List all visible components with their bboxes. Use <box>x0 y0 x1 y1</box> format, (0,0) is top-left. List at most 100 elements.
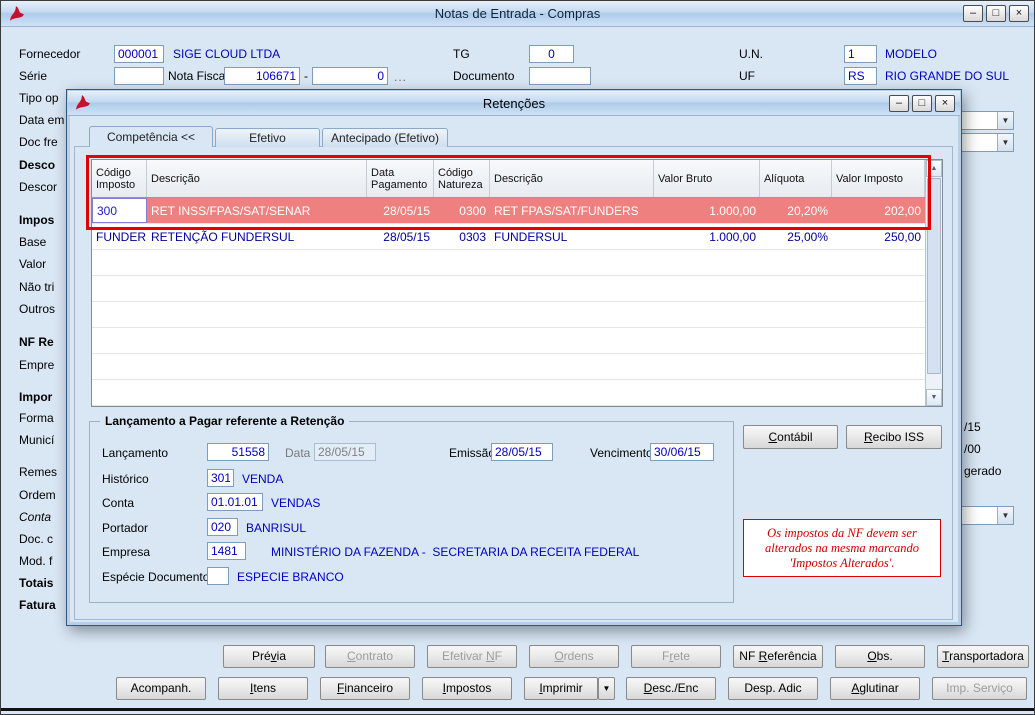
previa-button[interactable]: Prévia <box>223 645 315 668</box>
tg-field[interactable] <box>529 45 574 63</box>
close-button[interactable]: × <box>1009 5 1029 22</box>
financeiro-button[interactable]: Financeiro <box>320 677 410 700</box>
form-section-label: Impos <box>19 213 55 227</box>
lancamento-field[interactable] <box>207 443 269 461</box>
obs-button[interactable]: Obs. <box>835 645 925 668</box>
desc-enc-button[interactable]: Desc./Enc <box>626 677 716 700</box>
chevron-down-icon: ▼ <box>602 684 611 693</box>
grid-row-empty <box>92 250 925 276</box>
grid-row-empty <box>92 328 925 354</box>
form-section-label: Impor <box>19 390 53 404</box>
scroll-down-button[interactable]: ▼ <box>926 389 942 406</box>
especie-documento-field[interactable] <box>207 567 229 585</box>
minimize-button[interactable]: – <box>963 5 983 22</box>
fornecedor-code-field[interactable] <box>114 45 164 63</box>
vencimento-label: Vencimento <box>590 446 653 460</box>
main-window: Notas de Entrada - Compras – □ × Fornece… <box>0 0 1035 715</box>
un-code-field[interactable] <box>844 45 877 63</box>
column-header[interactable]: Valor Bruto <box>654 160 760 197</box>
nf-referencia-button[interactable]: NF Referência <box>733 645 823 668</box>
documento-field[interactable] <box>529 67 591 85</box>
vencimento-field[interactable] <box>650 443 714 461</box>
minimize-icon: – <box>969 7 977 19</box>
empresa-label: Empresa <box>102 545 151 559</box>
uf-name: RIO GRANDE DO SUL <box>885 69 1010 83</box>
grid-cell: RET INSS/FPAS/SAT/SENAR <box>151 203 311 218</box>
contabil-button[interactable]: Contábil <box>743 425 838 449</box>
chevron-down-icon[interactable]: ▼ <box>997 134 1013 151</box>
emissao-field[interactable] <box>491 443 553 461</box>
dialog-titlebar[interactable]: Retenções – □ × <box>68 91 960 116</box>
tab-competencia[interactable]: Competência << <box>89 126 213 147</box>
column-header[interactable]: Alíquota <box>760 160 832 197</box>
combo-field[interactable]: ▼ <box>957 111 1014 130</box>
form-section-label: NF Re <box>19 335 54 349</box>
imprimir-button[interactable]: Imprimir <box>524 677 598 700</box>
data-field <box>314 443 376 461</box>
empresa-code-field[interactable] <box>207 542 246 560</box>
imp-servico-button: Imp. Serviço <box>932 677 1027 700</box>
scroll-up-button[interactable]: ▲ <box>926 160 942 177</box>
nota-fiscal-label: Nota Fiscal <box>168 69 229 83</box>
acompanh-button[interactable]: Acompanh. <box>116 677 206 700</box>
transportadora-button[interactable]: Transportadora <box>937 645 1029 668</box>
grid-cell: FUNDERSUL <box>494 229 568 244</box>
grid-cell: 0300 <box>459 203 486 218</box>
combo-field[interactable]: ▼ <box>957 133 1014 152</box>
grid-row-empty <box>92 276 925 302</box>
form-label: Remes <box>19 465 58 479</box>
tab-efetivo[interactable]: Efetivo <box>215 128 320 147</box>
grid-cell-editor[interactable]: 300 <box>92 198 147 223</box>
nota-fiscal-numero-field[interactable] <box>224 67 300 85</box>
maximize-button[interactable]: □ <box>912 95 932 112</box>
combo-field[interactable]: ▼ <box>957 506 1014 525</box>
historico-code-field[interactable] <box>207 469 234 487</box>
chevron-down-icon[interactable]: ▼ <box>997 507 1013 524</box>
documento-label: Documento <box>453 69 515 83</box>
column-header[interactable]: Descrição <box>147 160 367 197</box>
lancamento-label: Lançamento <box>102 446 169 460</box>
un-label: U.N. <box>739 47 763 61</box>
retencoes-grid[interactable]: Código Imposto Descrição Data Pagamento … <box>91 159 943 407</box>
tg-label: TG <box>453 47 470 61</box>
form-label: Tipo op <box>19 91 59 105</box>
chevron-down-icon[interactable]: ▼ <box>997 112 1013 129</box>
grid-row-empty <box>92 302 925 328</box>
form-label: Municí <box>19 433 55 447</box>
grid-cell: 1.000,00 <box>709 203 756 218</box>
scrollbar-thumb[interactable] <box>927 178 941 374</box>
impostos-button[interactable]: Impostos <box>422 677 512 700</box>
recibo-iss-button[interactable]: Recibo ISS <box>846 425 942 449</box>
fornecedor-name: SIGE CLOUD LTDA <box>173 47 281 61</box>
maximize-button[interactable]: □ <box>986 5 1006 22</box>
un-name: MODELO <box>885 47 938 61</box>
nota-fiscal-sufixo-field[interactable] <box>312 67 388 85</box>
grid-row[interactable]: FUNDER RETENÇÃO FUNDERSUL 28/05/15 0303 … <box>92 224 925 250</box>
column-header[interactable]: Código Imposto <box>92 160 147 197</box>
tab-antecipado[interactable]: Antecipado (Efetivo) <box>322 128 448 147</box>
column-header[interactable]: Descrição <box>490 160 654 197</box>
especie-documento-name: ESPECIE BRANCO <box>237 570 344 584</box>
imprimir-dropdown-button[interactable]: ▼ <box>598 677 615 700</box>
serie-field[interactable] <box>114 67 164 85</box>
form-label: Forma <box>19 411 54 425</box>
minimize-button[interactable]: – <box>889 95 909 112</box>
grid-cell: RETENÇÃO FUNDERSUL <box>151 229 295 244</box>
column-header[interactable]: Código Natureza <box>434 160 490 197</box>
grid-row-selected[interactable]: 300 RET INSS/FPAS/SAT/SENAR 28/05/15 030… <box>92 198 925 224</box>
window-bottom-frame <box>1 708 1034 711</box>
column-header[interactable]: Valor Imposto <box>832 160 925 197</box>
main-titlebar[interactable]: Notas de Entrada - Compras – □ × <box>1 1 1034 27</box>
itens-button[interactable]: Itens <box>218 677 308 700</box>
portador-code-field[interactable] <box>207 518 238 536</box>
grid-vertical-scrollbar[interactable]: ▲ ▼ <box>925 160 942 406</box>
nota-fiscal-more-button[interactable]: ... <box>394 70 407 84</box>
conta-code-field[interactable] <box>207 493 263 511</box>
uf-code-field[interactable] <box>844 67 877 85</box>
form-label: Valor <box>19 257 47 271</box>
column-header[interactable]: Data Pagamento <box>367 160 434 197</box>
aglutinar-button[interactable]: Aglutinar <box>830 677 920 700</box>
grid-cell: RET FPAS/SAT/FUNDERS <box>494 203 639 218</box>
desp-adic-button[interactable]: Desp. Adic <box>728 677 818 700</box>
close-button[interactable]: × <box>935 95 955 112</box>
